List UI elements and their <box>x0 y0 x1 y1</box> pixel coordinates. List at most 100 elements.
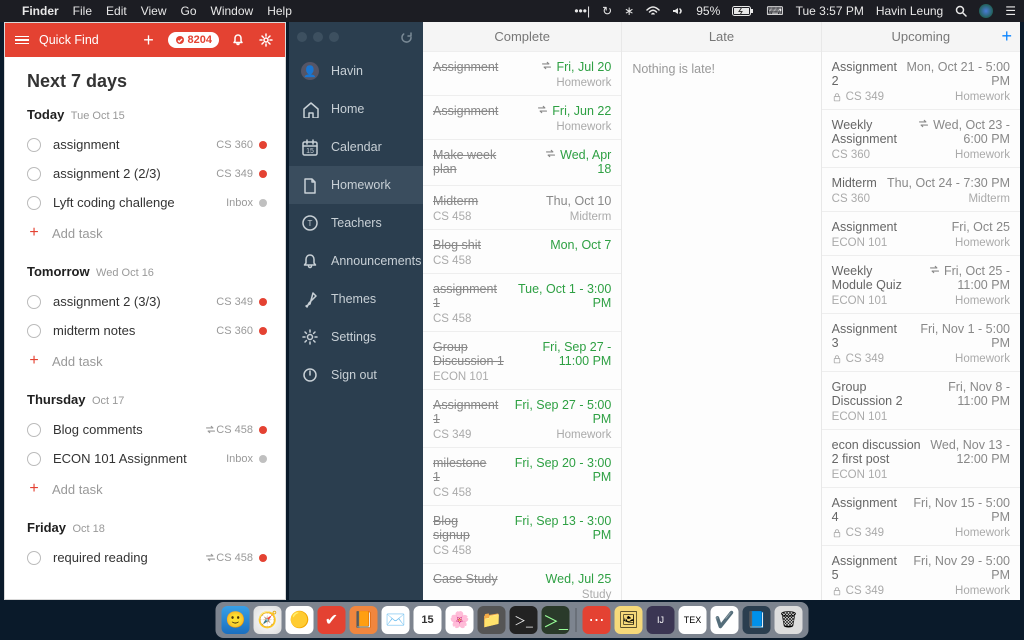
menu-help[interactable]: Help <box>267 4 292 18</box>
homework-card[interactable]: Assignment 2 Mon, Oct 21 - 5:00 PM CS 34… <box>822 52 1020 110</box>
dock-preview-icon[interactable]: 🖼 <box>615 606 643 634</box>
karma-badge[interactable]: 8204 <box>168 32 219 48</box>
menu-edit[interactable]: Edit <box>106 4 127 18</box>
task-checkbox[interactable] <box>27 295 41 309</box>
dock-terminal-icon[interactable]: ＞_ <box>510 606 538 634</box>
homework-card[interactable]: Weekly Assignment Wed, Oct 23 - 6:00 PM … <box>822 110 1020 168</box>
timemachine-icon[interactable]: ↻ <box>602 4 612 18</box>
hamburger-icon[interactable] <box>15 36 29 45</box>
sidebar-item-bell[interactable]: Announcements <box>289 242 423 280</box>
notification-center-icon[interactable]: ☰ <box>1005 4 1016 18</box>
homework-card[interactable]: Make week plan Wed, Apr 18 <box>423 140 621 186</box>
notification-bell-icon[interactable] <box>229 33 247 47</box>
wifi-icon[interactable] <box>646 6 660 16</box>
homework-card[interactable]: Midterm Thu, Oct 10 CS 458 Midterm <box>423 186 621 230</box>
add-task-row[interactable]: +Add task <box>27 345 281 377</box>
input-source-icon[interactable]: ⌨ <box>766 4 783 18</box>
sidebar-item-power[interactable]: Sign out <box>289 356 423 394</box>
dock-calendar-icon[interactable]: 15 <box>414 606 442 634</box>
settings-gear-icon[interactable] <box>257 33 275 47</box>
sidebar-item-brush[interactable]: Themes <box>289 280 423 318</box>
window-controls[interactable] <box>289 22 423 52</box>
dock-mail-icon[interactable]: ✉️ <box>382 606 410 634</box>
dock-tex-icon[interactable]: TEX <box>679 606 707 634</box>
dock-chrome-icon[interactable]: 🟡 <box>286 606 314 634</box>
menu-file[interactable]: File <box>73 4 92 18</box>
dock-iterm-icon[interactable]: ＞_ <box>542 606 570 634</box>
dock-homework-icon[interactable]: 📘 <box>743 606 771 634</box>
homework-card[interactable]: Assignment 1 Fri, Sep 27 - 5:00 PM CS 34… <box>423 390 621 448</box>
homework-card[interactable]: Weekly Module Quiz Fri, Oct 25 - 11:00 P… <box>822 256 1020 314</box>
gear-icon <box>301 328 319 346</box>
dock-intellij-icon[interactable]: IJ <box>647 606 675 634</box>
task-checkbox[interactable] <box>27 138 41 152</box>
task-row[interactable]: Lyft coding challenge Inbox <box>27 188 281 217</box>
menubar-app[interactable]: Finder <box>22 4 59 18</box>
add-task-row[interactable]: +Add task <box>27 217 281 249</box>
homework-card[interactable]: Assignment 4 Fri, Nov 15 - 5:00 PM CS 34… <box>822 488 1020 546</box>
homework-card[interactable]: Case Study Wed, Jul 25 Study <box>423 564 621 600</box>
dock-folder-icon[interactable]: 📁 <box>478 606 506 634</box>
task-row[interactable]: midterm notes CS 360 <box>27 316 281 345</box>
task-row[interactable]: assignment CS 360 <box>27 130 281 159</box>
task-checkbox[interactable] <box>27 196 41 210</box>
add-task-row[interactable]: +Add task <box>27 473 281 505</box>
menubar-user[interactable]: Havin Leung <box>876 4 943 18</box>
homework-card[interactable]: Assignment 3 Fri, Nov 1 - 5:00 PM CS 349… <box>822 314 1020 372</box>
volume-icon[interactable] <box>672 6 684 16</box>
homework-card[interactable]: Blog signup Fri, Sep 13 - 3:00 PM CS 458 <box>423 506 621 564</box>
menu-view[interactable]: View <box>141 4 167 18</box>
dock-reminders-icon[interactable]: ✔️ <box>711 606 739 634</box>
homework-card[interactable]: Assignment 5 Fri, Nov 29 - 5:00 PM CS 34… <box>822 546 1020 600</box>
siri-icon[interactable] <box>979 4 993 18</box>
task-row[interactable]: assignment 2 (3/3) CS 349 <box>27 287 281 316</box>
task-row[interactable]: assignment 2 (2/3) CS 349 <box>27 159 281 188</box>
sidebar-item-homework[interactable]: Homework <box>289 166 423 204</box>
quick-find-input[interactable]: Quick Find <box>39 33 130 47</box>
dock-photos-icon[interactable]: 🌸 <box>446 606 474 634</box>
dock-finder-icon[interactable]: 🙂 <box>222 606 250 634</box>
menu-window[interactable]: Window <box>211 4 254 18</box>
task-row[interactable]: required reading CS 458 <box>27 543 281 572</box>
homework-card[interactable]: assignment 1 Tue, Oct 1 - 3:00 PM CS 458 <box>423 274 621 332</box>
add-upcoming-icon[interactable]: + <box>1001 26 1012 47</box>
task-row[interactable]: ECON 101 Assignment Inbox <box>27 444 281 473</box>
sidebar-item-home[interactable]: Home <box>289 90 423 128</box>
menu-go[interactable]: Go <box>181 4 197 18</box>
homework-card[interactable]: Assignment Fri, Jun 22 Homework <box>423 96 621 140</box>
homework-card[interactable]: Assignment Fri, Oct 25 ECON 101 Homework <box>822 212 1020 256</box>
menubar-clock[interactable]: Tue 3:57 PM <box>796 4 864 18</box>
dock-todoist-icon[interactable]: ✔ <box>318 606 346 634</box>
dock-trash-icon[interactable]: 🗑 <box>775 606 803 634</box>
menu-extra-icon[interactable]: •••| <box>574 4 590 18</box>
homework-card[interactable]: Assignment Fri, Jul 20 Homework <box>423 52 621 96</box>
dock-books-icon[interactable]: 📙 <box>350 606 378 634</box>
task-row[interactable]: Blog comments CS 458 <box>27 415 281 444</box>
homework-card[interactable]: Group Discussion 2 Fri, Nov 8 - 11:00 PM… <box>822 372 1020 430</box>
card-course: CS 349 <box>832 585 884 597</box>
traffic-light-max[interactable] <box>329 32 339 42</box>
task-checkbox[interactable] <box>27 452 41 466</box>
task-checkbox[interactable] <box>27 167 41 181</box>
battery-icon[interactable] <box>732 6 754 17</box>
sidebar-item-calendar[interactable]: Calendar <box>289 128 423 166</box>
refresh-icon[interactable] <box>400 31 413 49</box>
dock-app-1-icon[interactable]: ⋯ <box>583 606 611 634</box>
homework-card[interactable]: Midterm Thu, Oct 24 - 7:30 PM CS 360 Mid… <box>822 168 1020 212</box>
sidebar-item-gear[interactable]: Settings <box>289 318 423 356</box>
add-task-icon[interactable]: + <box>140 30 158 51</box>
homework-card[interactable]: milestone 1 Fri, Sep 20 - 3:00 PM CS 458 <box>423 448 621 506</box>
homework-card[interactable]: econ discussion 2 first post Wed, Nov 13… <box>822 430 1020 488</box>
task-checkbox[interactable] <box>27 324 41 338</box>
bluetooth-icon[interactable]: ∗ <box>624 4 634 18</box>
spotlight-icon[interactable] <box>955 5 967 17</box>
sidebar-user[interactable]: 👤 Havin <box>289 52 423 90</box>
task-checkbox[interactable] <box>27 551 41 565</box>
sidebar-item-teachers[interactable]: Teachers <box>289 204 423 242</box>
homework-card[interactable]: Group Discussion 1 Fri, Sep 27 - 11:00 P… <box>423 332 621 390</box>
traffic-light-min[interactable] <box>313 32 323 42</box>
task-checkbox[interactable] <box>27 423 41 437</box>
traffic-light-close[interactable] <box>297 32 307 42</box>
homework-card[interactable]: Blog shit Mon, Oct 7 CS 458 <box>423 230 621 274</box>
dock-safari-icon[interactable]: 🧭 <box>254 606 282 634</box>
